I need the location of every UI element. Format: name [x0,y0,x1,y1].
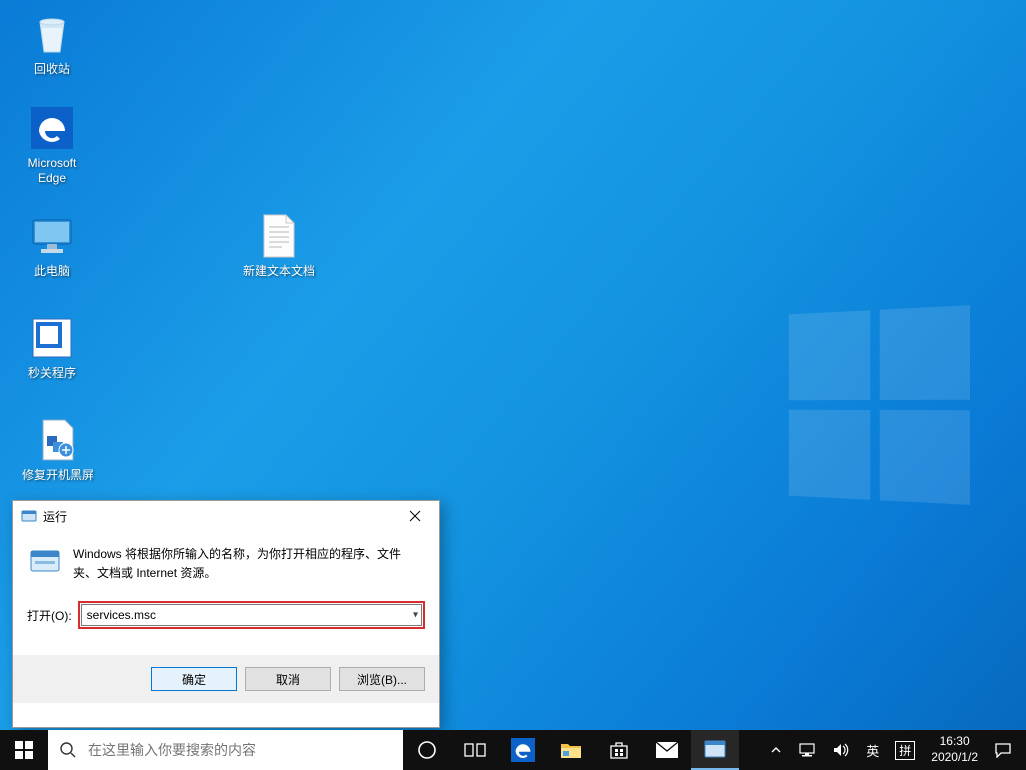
taskbar-app-mail[interactable] [643,730,691,770]
desktop-icon-label: 修复开机黑屏 [22,468,94,483]
speaker-icon [832,742,850,758]
store-icon [608,739,630,761]
taskbar-app-edge[interactable] [499,730,547,770]
system-tray: 英 拼 16:30 2020/1/2 [762,730,1026,770]
task-view-icon [464,741,486,759]
open-input[interactable] [81,604,422,626]
mail-icon [655,741,679,759]
run-dialog: 运行 Windows 将根据你所输入的名称，为你打开相应的程序、文件夹、文档或 … [12,500,440,728]
desktop-icon-label: 此电脑 [34,264,70,279]
ime-language-button[interactable]: 英 [858,730,887,770]
monitor-icon [28,212,76,260]
run-dialog-title: 运行 [43,508,392,525]
folder-icon [560,740,582,760]
cortana-button[interactable] [403,730,451,770]
action-center-button[interactable] [986,730,1020,770]
edge-icon [511,738,535,762]
run-dialog-icon [21,508,37,524]
open-label: 打开(O): [27,607,72,624]
taskbar-app-store[interactable] [595,730,643,770]
taskbar-app-run[interactable] [691,730,739,770]
desktop-icon-text-file[interactable]: 新建文本文档 [234,212,324,279]
run-dialog-description: Windows 将根据你所输入的名称，为你打开相应的程序、文件夹、文档或 Int… [73,545,423,583]
chevron-up-icon [770,744,782,756]
ime-language-label: 英 [866,741,879,760]
cortana-icon [417,740,437,760]
batch-file-icon [34,416,82,464]
recycle-bin-icon [28,10,76,58]
ime-mode-label: 拼 [895,741,915,760]
taskbar-search[interactable] [48,730,403,770]
start-button[interactable] [0,730,48,770]
run-dialog-footer: 确定 取消 浏览(B)... [13,655,439,703]
desktop-icon-fix-black-screen[interactable]: 修复开机黑屏 [14,416,102,483]
desktop-icon-this-pc[interactable]: 此电脑 [14,212,90,279]
app-icon [28,314,76,362]
taskbar-search-input[interactable] [88,730,403,770]
ime-mode-button[interactable]: 拼 [887,730,923,770]
desktop-icon-edge[interactable]: Microsoft Edge [14,104,90,186]
run-body-icon [29,545,61,577]
notification-icon [994,742,1012,758]
clock-date: 2020/1/2 [931,750,978,766]
edge-icon [28,104,76,152]
browse-button[interactable]: 浏览(B)... [339,667,425,691]
search-icon [48,741,88,759]
desktop-icon-shutdown-app[interactable]: 秒关程序 [14,314,90,381]
windows-logo-icon [15,741,33,759]
taskbar-clock[interactable]: 16:30 2020/1/2 [923,734,986,765]
taskbar: 英 拼 16:30 2020/1/2 [0,730,1026,770]
clock-time: 16:30 [940,734,970,750]
tray-volume-button[interactable] [824,730,858,770]
open-input-highlight: ▾ [78,601,425,629]
taskbar-app-explorer[interactable] [547,730,595,770]
close-button[interactable] [392,502,437,530]
desktop-icon-label: 回收站 [34,62,70,77]
tray-overflow-button[interactable] [762,730,790,770]
run-dialog-icon [704,740,726,758]
desktop-icon-label: Microsoft Edge [14,156,90,186]
task-view-button[interactable] [451,730,499,770]
cancel-button[interactable]: 取消 [245,667,331,691]
text-file-icon [255,212,303,260]
desktop-icon-label: 新建文本文档 [243,264,315,279]
run-dialog-titlebar[interactable]: 运行 [13,501,439,531]
ok-button[interactable]: 确定 [151,667,237,691]
desktop-icon-recycle-bin[interactable]: 回收站 [14,10,90,77]
network-icon [798,742,816,758]
tray-network-button[interactable] [790,730,824,770]
desktop-icon-label: 秒关程序 [28,366,76,381]
